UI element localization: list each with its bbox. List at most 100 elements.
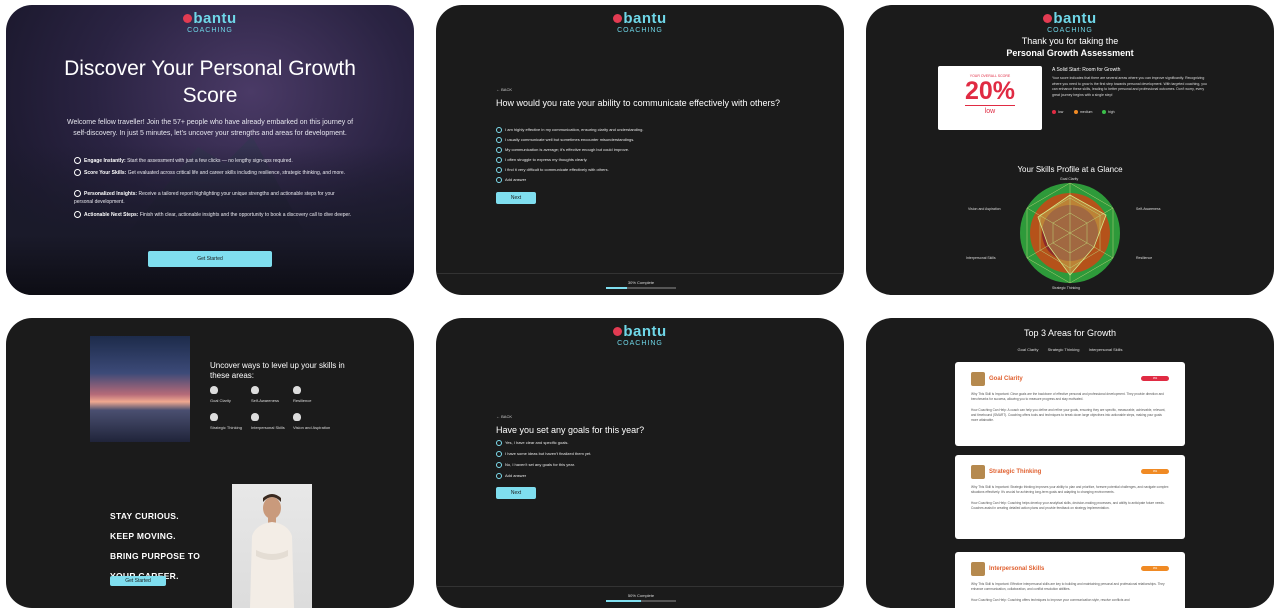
- progress-bar: [606, 287, 676, 289]
- logo-mark-icon: [613, 14, 623, 23]
- legend-item-medium: medium: [1074, 110, 1092, 114]
- legend-dot-icon: [1102, 110, 1106, 114]
- brand-logo: bantu COACHING: [436, 11, 844, 34]
- radar-label: Resilience: [1136, 256, 1153, 260]
- get-started-button[interactable]: Get Started: [110, 576, 166, 586]
- tab-goal-clarity[interactable]: Goal Clarity: [1018, 347, 1039, 352]
- skills-profile-title: Your Skills Profile at a Glance: [1017, 165, 1123, 174]
- radio-icon: [496, 440, 502, 446]
- mountain-icon: [971, 562, 985, 576]
- progress-bar: [606, 600, 676, 602]
- radar-label: Vision and Aspiration: [968, 207, 1001, 211]
- area-why: Why This Skill is Important: Effective i…: [971, 582, 1165, 591]
- mountain-icon: [971, 372, 985, 386]
- head-icon: [251, 386, 259, 394]
- answer-option[interactable]: I often struggle to express my thoughts …: [496, 157, 587, 163]
- skills-promo-card: Uncover ways to level up your skills in …: [6, 318, 414, 608]
- answer-option[interactable]: I am highly effective in my communicatio…: [496, 127, 643, 133]
- head-icon: [210, 386, 218, 394]
- answer-option[interactable]: My communication is average; it's effect…: [496, 147, 629, 153]
- skill-item: Strategic Thinking: [210, 413, 250, 431]
- add-answer-option[interactable]: Add answer: [496, 177, 526, 183]
- radio-icon: [496, 147, 502, 153]
- result-description: Your score indicates that there are seve…: [1052, 76, 1207, 97]
- radio-icon: [496, 157, 502, 163]
- feature-bullet: Engage Instantly: Start the assessment w…: [74, 157, 354, 165]
- thank-you-heading: Thank you for taking the Personal Growth …: [1006, 36, 1134, 58]
- page-title: Discover Your Personal Growth Score: [64, 57, 356, 107]
- radar-label: Goal Clarity: [1060, 177, 1079, 181]
- progress-label: 50% Complete: [627, 593, 655, 598]
- answer-option[interactable]: I usually communicate well but sometimes…: [496, 137, 634, 143]
- head-icon: [293, 413, 301, 421]
- head-icon: [210, 413, 218, 421]
- legend-dot-icon: [1052, 110, 1056, 114]
- brand-name: bantu: [193, 10, 237, 27]
- top-areas-title: Top 3 Areas for Growth: [1023, 328, 1117, 338]
- skill-item: Resilience: [293, 386, 333, 404]
- feature-bullet: Personalized Insights: Receive a tailore…: [74, 190, 335, 205]
- logo-mark-icon: [613, 327, 623, 336]
- brand-name: bantu: [623, 323, 667, 340]
- area-why: Why This Skill is Important: Clear goals…: [971, 392, 1164, 401]
- footer-divider: [436, 586, 844, 587]
- top-areas-card: Top 3 Areas for Growth Goal Clarity Stra…: [866, 318, 1274, 608]
- area-name: Strategic Thinking: [989, 469, 1042, 475]
- area-name: Goal Clarity: [989, 376, 1023, 382]
- score-pill: 0%: [1141, 469, 1169, 474]
- area-how: How Coaching Can Help: A coach can help …: [971, 408, 1166, 422]
- score-divider: [965, 105, 1015, 106]
- brand-logo: bantu COACHING: [866, 11, 1274, 34]
- get-started-button[interactable]: Get Started: [148, 251, 272, 267]
- coach-figure: [250, 494, 294, 608]
- brand-logo: bantu COACHING: [436, 324, 844, 347]
- answer-option[interactable]: I have some ideas but haven't finalized …: [496, 451, 591, 457]
- legend-dot-icon: [1074, 110, 1078, 114]
- legend-item-high: high: [1102, 110, 1115, 114]
- score-box: YOUR OVERALL SCORE 20% low: [938, 66, 1042, 130]
- score-pill: 0%: [1141, 566, 1169, 571]
- tagline: STAY CURIOUS. KEEP MOVING. BRING PURPOSE T…: [110, 511, 201, 581]
- score-pill: 0%: [1141, 376, 1169, 381]
- radio-icon: [496, 137, 502, 143]
- radio-icon: [496, 462, 502, 468]
- mountain-icon: [971, 465, 985, 479]
- score-value: 20%: [964, 77, 1016, 105]
- answer-option[interactable]: Yes, I have clear and specific goals.: [496, 440, 568, 446]
- add-answer-option[interactable]: Add answer: [496, 473, 526, 479]
- landscape-shadow: [6, 145, 414, 295]
- head-icon: [251, 413, 259, 421]
- area-name: Interpersonal Skills: [989, 566, 1045, 572]
- answer-option[interactable]: No, I haven't set any goals for this yea…: [496, 462, 575, 468]
- area-how: How Coaching Can Help: Coaching offers t…: [971, 598, 1130, 602]
- growth-area-card: Interpersonal Skills 0% Why This Skill i…: [955, 552, 1185, 608]
- coach-photo: [232, 484, 312, 608]
- answer-option[interactable]: I find it very difficult to communicate …: [496, 167, 609, 173]
- quiz-card-communication: bantu COACHING ← BACK How would you rate…: [436, 5, 844, 295]
- landing-card: bantu COACHING Discover Your Personal Gr…: [6, 5, 414, 295]
- progress-fill: [606, 600, 641, 602]
- brand-name: bantu: [1053, 10, 1097, 27]
- skills-radar-chart: [1020, 182, 1120, 284]
- radar-label: Strategic Thinking: [1052, 286, 1080, 290]
- tab-interpersonal-skills[interactable]: Interpersonal Skills: [1089, 347, 1123, 352]
- next-button[interactable]: Next: [496, 192, 536, 204]
- legend-item-low: low: [1052, 110, 1063, 114]
- plus-circle-icon: [496, 473, 502, 479]
- tab-strategic-thinking[interactable]: Strategic Thinking: [1048, 347, 1080, 352]
- logo-mark-icon: [183, 14, 193, 23]
- score-level: low: [984, 108, 996, 115]
- lake-sunset-photo: [90, 336, 190, 442]
- growth-area-card: Strategic Thinking 0% Why This Skill is …: [955, 455, 1185, 539]
- head-icon: [293, 386, 301, 394]
- check-circle-icon: [74, 211, 81, 218]
- skill-item: Vision and Aspiration: [293, 413, 333, 431]
- back-link[interactable]: ← BACK: [496, 87, 512, 92]
- feature-bullet: Score Your Skills: Get evaluated across …: [74, 169, 354, 177]
- progress-fill: [606, 287, 627, 289]
- quiz-card-goals: bantu COACHING ← BACK Have you set any g…: [436, 318, 844, 608]
- brand-sub: COACHING: [617, 340, 663, 347]
- back-link[interactable]: ← BACK: [496, 414, 512, 419]
- area-how: How Coaching Can Help: Coaching helps de…: [971, 501, 1165, 510]
- next-button[interactable]: Next: [496, 487, 536, 499]
